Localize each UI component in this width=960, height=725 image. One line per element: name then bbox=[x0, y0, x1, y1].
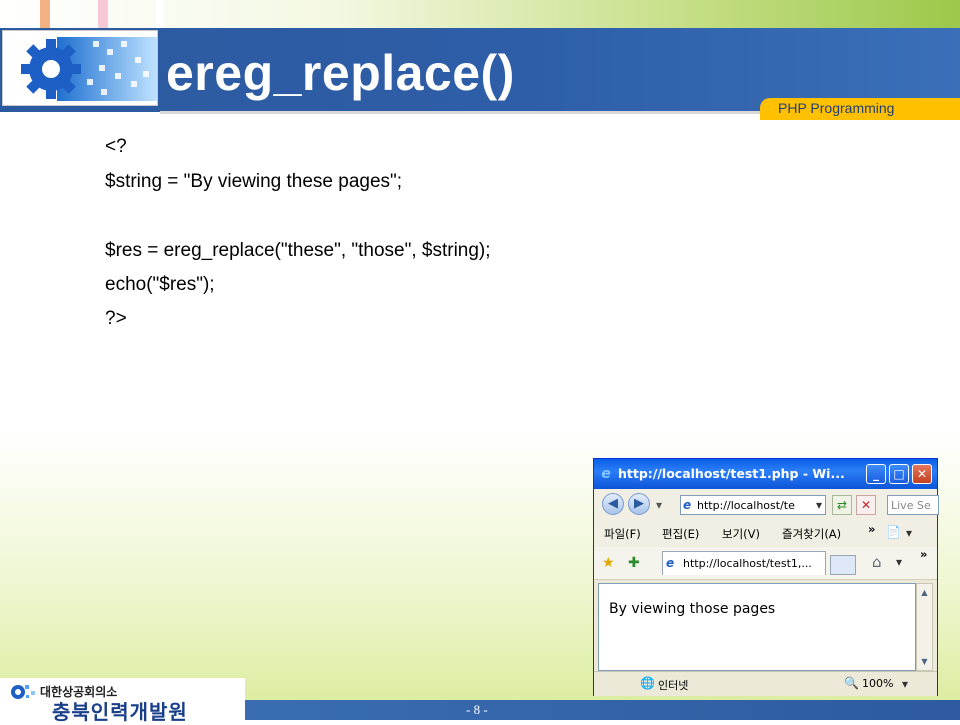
zoom-level[interactable]: 100% bbox=[862, 677, 893, 690]
search-input[interactable]: Live Se bbox=[891, 499, 939, 512]
menu-favorites[interactable]: 즐겨찾기(A) bbox=[782, 526, 841, 542]
search-box[interactable]: Live Se bbox=[887, 495, 939, 515]
ie-icon: e bbox=[601, 466, 611, 482]
code-line-5: ?> bbox=[105, 308, 127, 329]
menu-overflow[interactable]: » bbox=[868, 522, 875, 536]
deco-stripe-white bbox=[156, 0, 164, 28]
deco-stripe-pink bbox=[98, 0, 108, 28]
browser-title-bar[interactable]: e http://localhost/test1.php - Wi... _ □… bbox=[594, 459, 937, 489]
add-favorite-icon[interactable]: ✚ bbox=[628, 555, 640, 571]
page-icon: e bbox=[683, 498, 692, 512]
stop-icon[interactable]: ✕ bbox=[856, 495, 876, 515]
tab-ie-icon: e bbox=[666, 556, 675, 570]
scroll-up-icon[interactable]: ▲ bbox=[918, 586, 931, 599]
address-input[interactable]: http://localhost/te bbox=[697, 499, 823, 512]
toolbar-overflow[interactable]: » bbox=[920, 547, 927, 561]
gear-logo bbox=[2, 30, 158, 106]
browser-window: e http://localhost/test1.php - Wi... _ □… bbox=[593, 458, 939, 696]
menu-file[interactable]: 파일(F) bbox=[604, 526, 641, 542]
history-dropdown-icon[interactable]: ▾ bbox=[656, 498, 662, 512]
code-line-1: <? bbox=[105, 136, 127, 157]
favorites-star-icon[interactable]: ★ bbox=[602, 555, 615, 571]
refresh-icon[interactable]: ⇄ bbox=[832, 495, 852, 515]
address-bar[interactable]: e http://localhost/te bbox=[680, 495, 826, 515]
new-tab-button[interactable] bbox=[830, 555, 856, 575]
page-number: - 8 - bbox=[466, 702, 488, 717]
menu-view[interactable]: 보기(V) bbox=[722, 526, 760, 542]
home-icon[interactable]: ⌂ bbox=[872, 553, 882, 571]
maximize-button[interactable]: □ bbox=[889, 464, 909, 484]
page-output-text: By viewing those pages bbox=[609, 601, 776, 617]
deco-stripe-orange bbox=[40, 0, 50, 28]
vertical-scrollbar[interactable]: ▲ ▼ bbox=[916, 583, 933, 671]
back-button[interactable]: ◀ bbox=[602, 493, 624, 515]
browser-tab[interactable]: e http://localhost/test1,... bbox=[662, 551, 826, 575]
close-button[interactable]: ✕ bbox=[912, 464, 932, 484]
browser-title-text: http://localhost/test1.php - Wi... bbox=[618, 466, 845, 481]
menu-edit[interactable]: 편집(E) bbox=[662, 526, 699, 542]
zoom-dropdown-icon[interactable]: ▾ bbox=[902, 677, 908, 691]
page-content: By viewing those pages bbox=[598, 583, 916, 671]
home-dropdown-icon[interactable]: ▾ bbox=[896, 555, 902, 569]
code-line-2: $string = "By viewing these pages"; bbox=[105, 171, 403, 192]
tab-label: http://localhost/test1,... bbox=[683, 557, 812, 570]
status-zone: 인터넷 bbox=[658, 679, 689, 692]
gear-icon bbox=[3, 31, 157, 105]
tab-bar: ★ ✚ e http://localhost/test1,... ⌂ ▾ » bbox=[594, 547, 937, 580]
globe-icon: 🌐 bbox=[640, 676, 655, 690]
page-menu-dropdown-icon[interactable]: ▾ bbox=[906, 526, 912, 540]
section-tag-label: PHP Programming bbox=[778, 100, 895, 116]
menu-bar: 파일(F) 편집(E) 보기(V) 즐겨찾기(A) » 📄 ▾ bbox=[594, 519, 937, 548]
scroll-down-icon[interactable]: ▼ bbox=[918, 655, 931, 668]
top-decoration-strip bbox=[0, 0, 960, 28]
address-dropdown-icon[interactable]: ▾ bbox=[816, 498, 822, 512]
forward-button[interactable]: ▶ bbox=[628, 493, 650, 515]
minimize-button[interactable]: _ bbox=[866, 464, 886, 484]
page-menu-icon[interactable]: 📄 bbox=[886, 525, 901, 539]
status-bar: 🌐 인터넷 🔍 100% ▾ bbox=[594, 671, 937, 696]
footer-gear-icon bbox=[11, 685, 35, 699]
footer-org-name: 충북인력개발원 bbox=[52, 702, 188, 724]
slide-title: ereg_replace() bbox=[166, 45, 515, 101]
code-line-3: $res = ereg_replace("these", "those", $s… bbox=[105, 240, 491, 261]
code-line-4: echo("$res"); bbox=[105, 274, 215, 295]
address-toolbar: ◀ ▶ ▾ e http://localhost/te ▾ ⇄ ✕ Live S… bbox=[594, 489, 939, 520]
zoom-icon[interactable]: 🔍 bbox=[844, 676, 859, 690]
